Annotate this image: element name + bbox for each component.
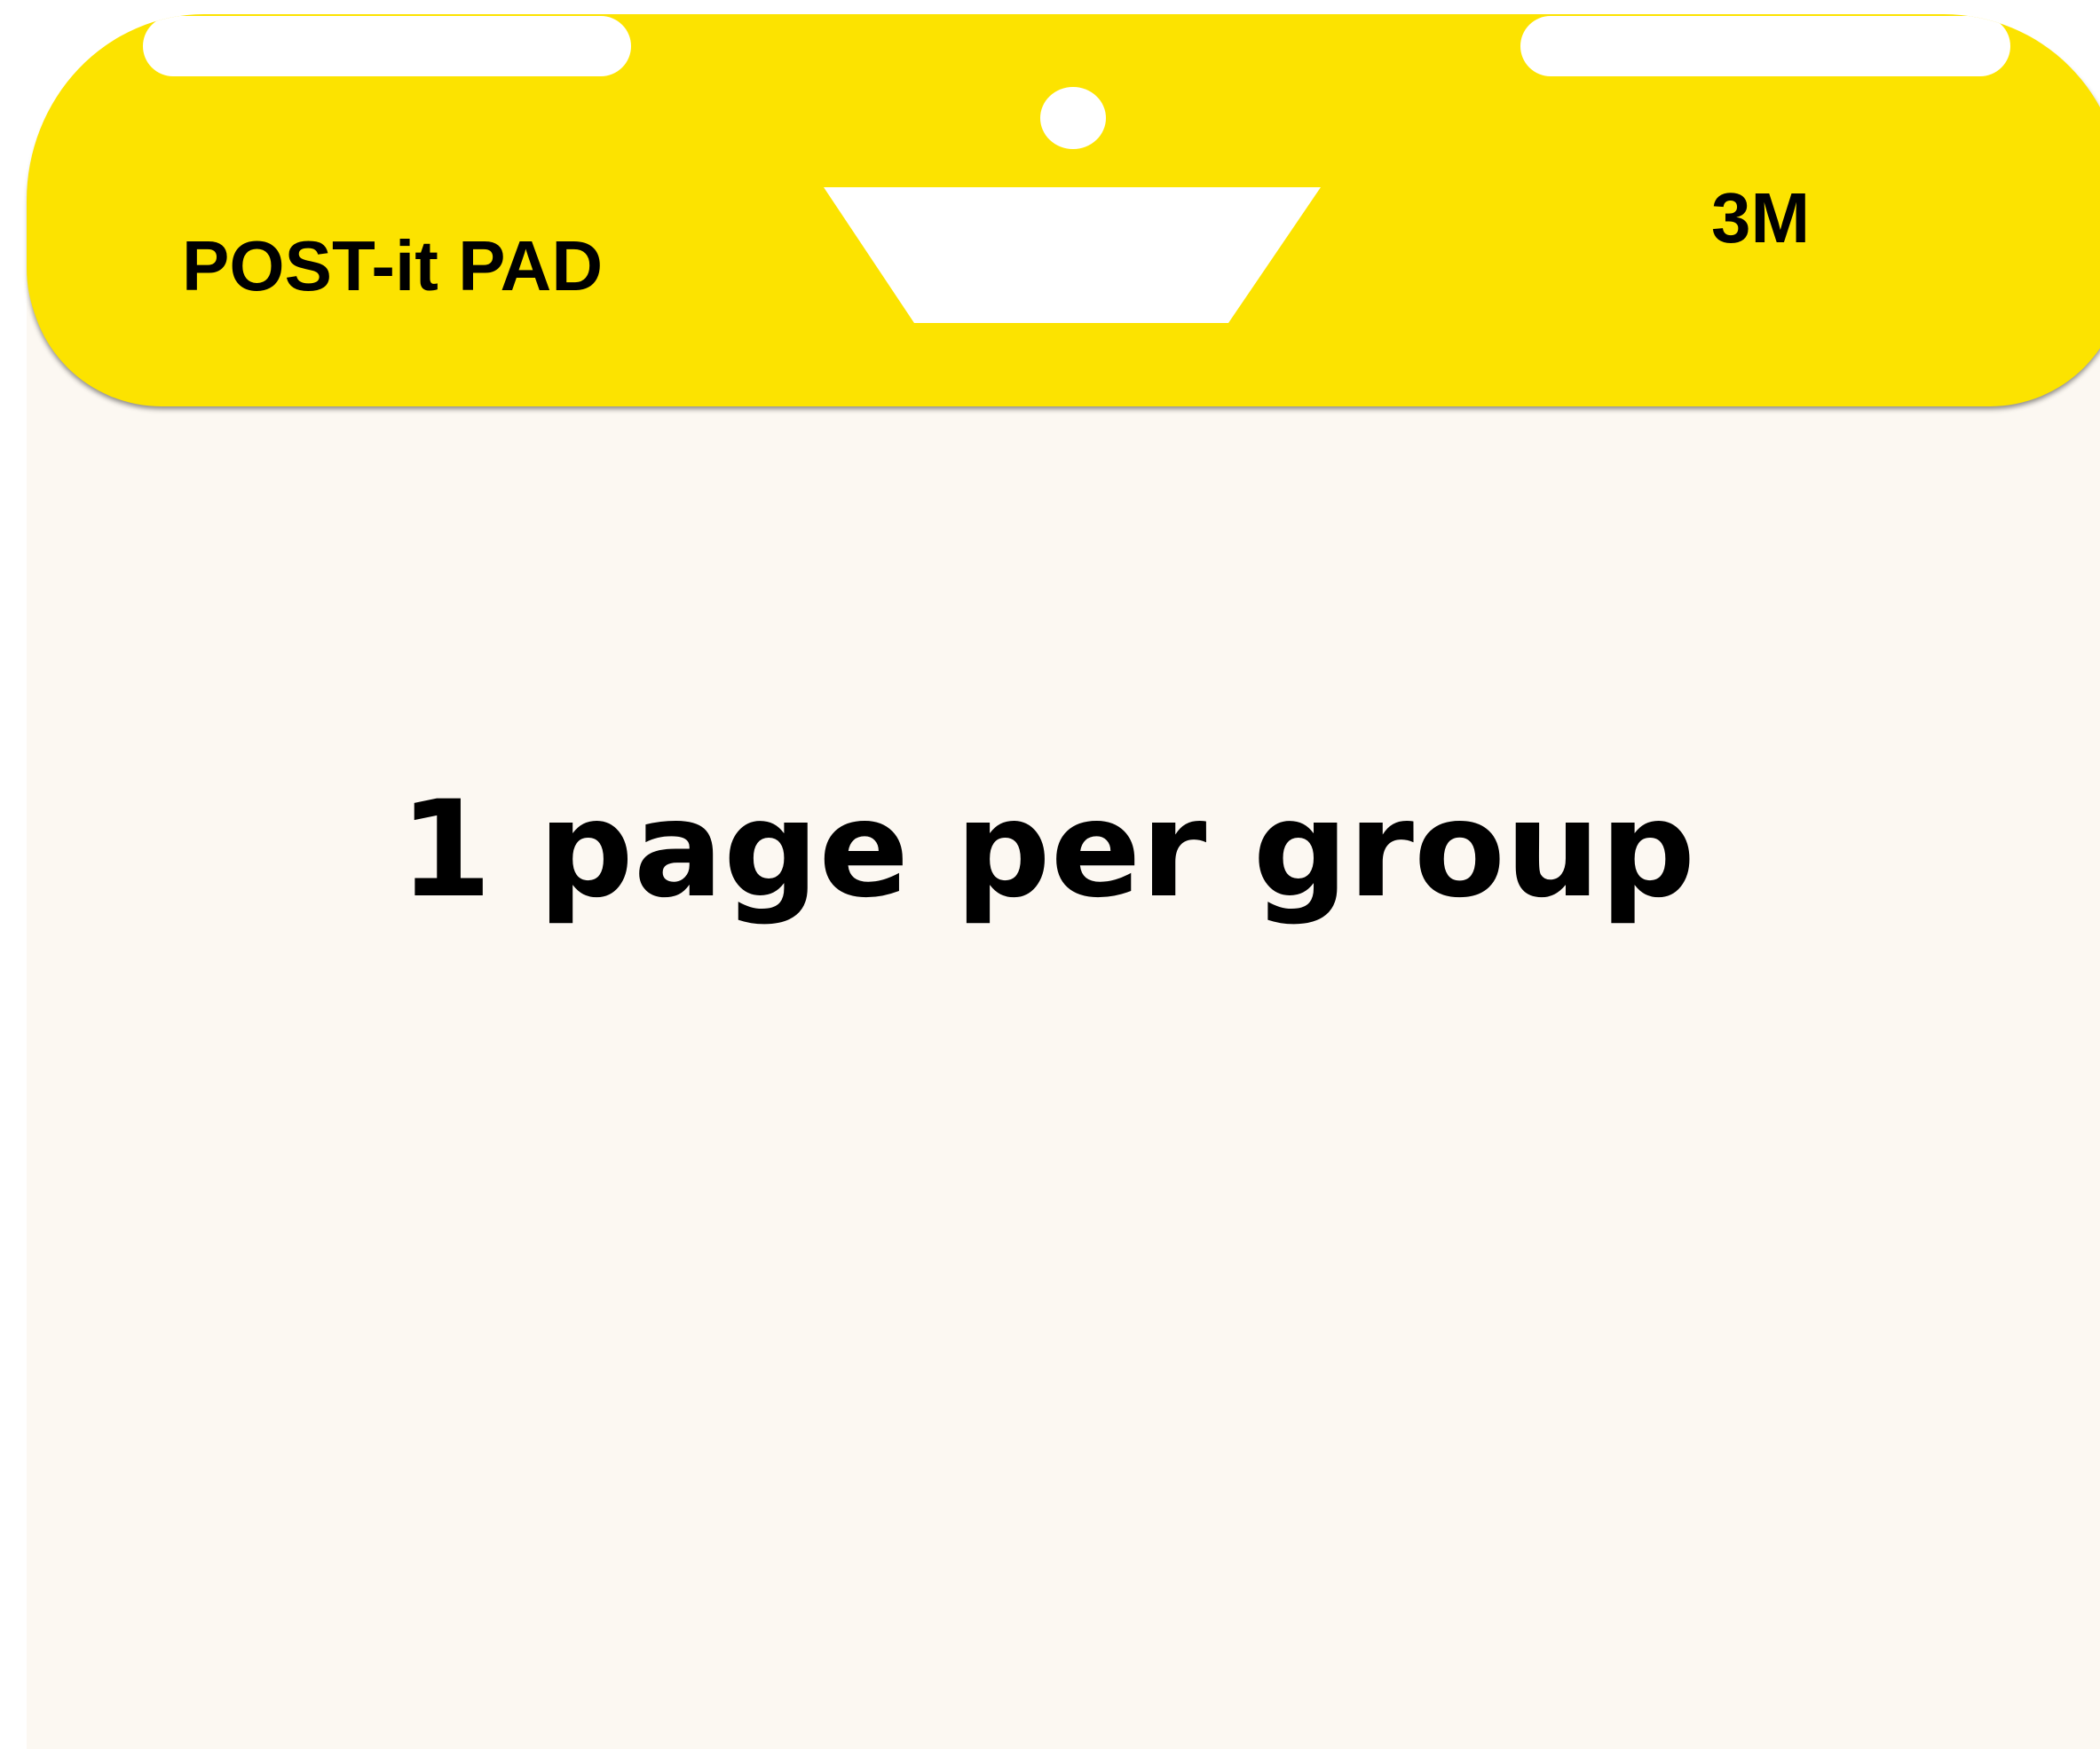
pad-header: POST-it PAD 3M [27,14,2100,401]
maker-logo: 3M [1711,178,1811,257]
sheet-heading: 1 page per group [399,773,1696,927]
flip-chart-pad: POST-it PAD 3M 1 page per group [0,0,2100,1749]
pad-label: POST-it PAD [182,226,604,305]
pad-sheet [27,266,2100,1749]
